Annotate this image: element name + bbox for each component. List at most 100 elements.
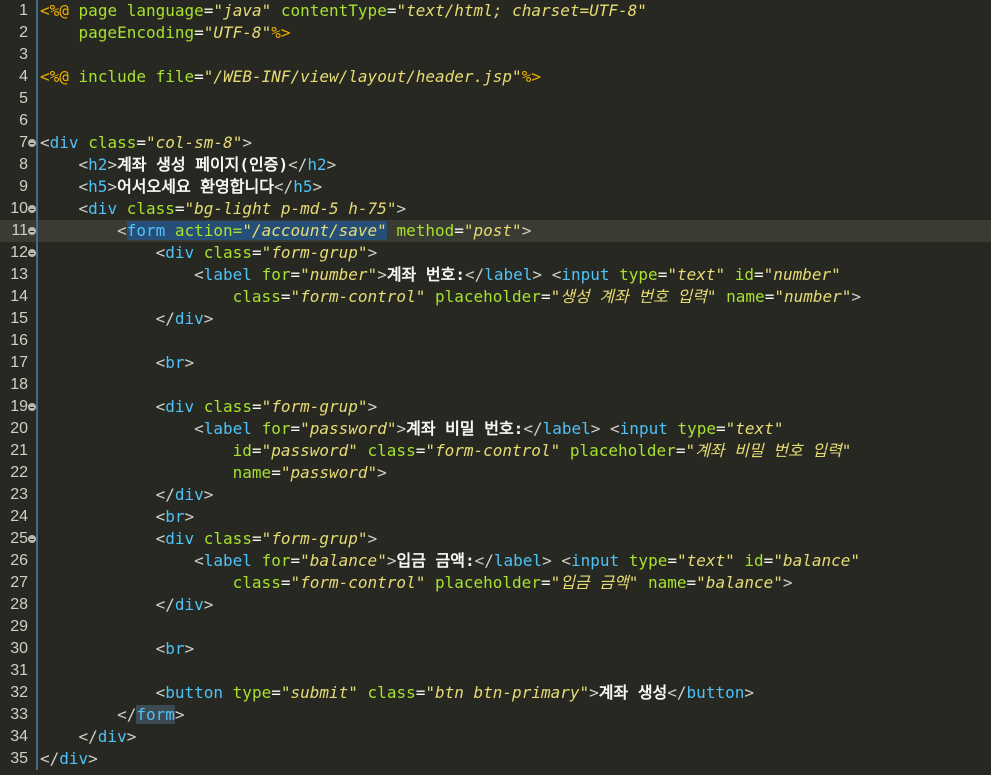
code-token: input	[561, 265, 610, 284]
code-line[interactable]: 29	[0, 616, 991, 638]
code-content[interactable]: <button type="submit" class="btn btn-pri…	[40, 682, 754, 704]
code-content[interactable]: <form action="/account/save" method="pos…	[40, 220, 531, 242]
code-line[interactable]: 5	[0, 88, 991, 110]
code-token: br	[165, 639, 185, 658]
code-content[interactable]: </div>	[40, 484, 214, 506]
code-content[interactable]: <div class="form-grup">	[40, 528, 378, 550]
code-token: </	[40, 749, 60, 768]
code-content[interactable]: <br>	[40, 638, 195, 660]
code-line[interactable]: 6	[0, 110, 991, 132]
line-number: 7	[19, 134, 28, 151]
code-content[interactable]: <div class="form-grup">	[40, 242, 378, 264]
change-marker	[36, 330, 38, 352]
code-content[interactable]: <%@ page language="java" contentType="te…	[40, 0, 647, 22]
code-token: input	[570, 551, 620, 570]
code-line[interactable]: 22 name="password">	[0, 462, 991, 484]
code-token: "생성 계좌 번호 입력"	[550, 287, 717, 306]
line-number: 21	[10, 442, 28, 459]
code-line[interactable]: 23 </div>	[0, 484, 991, 506]
code-line[interactable]: 1 <%@ page language="java" contentType="t…	[0, 0, 991, 22]
code-token: "balance"	[300, 551, 387, 570]
code-line[interactable]: 25 <div class="form-grup">	[0, 528, 991, 550]
change-marker	[36, 638, 38, 660]
code-line[interactable]: 18	[0, 374, 991, 396]
code-content[interactable]: <br>	[40, 506, 195, 528]
code-line[interactable]: 27 class="form-control" placeholder="입금 …	[0, 572, 991, 594]
line-number: 6	[19, 112, 28, 129]
code-content[interactable]: </div>	[40, 594, 214, 616]
code-content[interactable]: <br>	[40, 352, 195, 374]
code-content[interactable]: <div class="bg-light p-md-5 h-75">	[40, 198, 407, 220]
code-content[interactable]: class="form-control" placeholder="생성 계좌 …	[40, 286, 861, 308]
code-token: label	[203, 265, 252, 284]
code-token: >	[782, 573, 793, 592]
code-line[interactable]: 34 </div>	[0, 726, 991, 748]
code-line[interactable]: 35 </div>	[0, 748, 991, 770]
code-line[interactable]: 19 <div class="form-grup">	[0, 396, 991, 418]
code-token: <	[78, 199, 89, 218]
line-number: 23	[10, 486, 28, 503]
code-line[interactable]: 2 pageEncoding="UTF-8"%>	[0, 22, 991, 44]
code-line[interactable]: 30 <br>	[0, 638, 991, 660]
code-token: >	[367, 243, 378, 262]
code-line[interactable]: 15 </div>	[0, 308, 991, 330]
code-line[interactable]: 21 id="password" class="form-control" pl…	[0, 440, 991, 462]
code-content[interactable]: class="form-control" placeholder="입금 금액"…	[40, 572, 793, 594]
fold-collapse-icon[interactable]	[28, 139, 36, 147]
code-content[interactable]: </form>	[40, 704, 185, 726]
code-content[interactable]: <h5>어서오세요 환영합니다</h5>	[40, 176, 323, 198]
code-line[interactable]: 9 <h5>어서오세요 환영합니다</h5>	[0, 176, 991, 198]
code-line[interactable]: 26 <label for="balance">입금 금액:</label> <…	[0, 550, 991, 572]
code-line[interactable]: 8 <h2>계좌 생성 페이지(인증)</h2>	[0, 154, 991, 176]
code-line[interactable]: 31	[0, 660, 991, 682]
change-marker	[36, 550, 38, 572]
code-content[interactable]: <%@ include file="/WEB-INF/view/layout/h…	[40, 66, 541, 88]
code-token: >	[367, 397, 378, 416]
code-content[interactable]: <label for="balance">입금 금액:</label> <inp…	[40, 550, 860, 572]
code-line[interactable]: 7 <div class="col-sm-8">	[0, 132, 991, 154]
code-content[interactable]: <label for="password">계좌 비밀 번호:</label> …	[40, 418, 783, 440]
code-token: <	[78, 155, 89, 174]
code-content[interactable]: </div>	[40, 726, 137, 748]
code-content[interactable]: name="password">	[40, 462, 387, 484]
code-editor[interactable]: 1 <%@ page language="java" contentType="t…	[0, 0, 991, 775]
code-content[interactable]: </div>	[40, 748, 98, 770]
code-content[interactable]: <div class="form-grup">	[40, 396, 378, 418]
fold-collapse-icon[interactable]	[28, 249, 36, 257]
code-line[interactable]: 20 <label for="password">계좌 비밀 번호:</labe…	[0, 418, 991, 440]
code-line[interactable]: 17 <br>	[0, 352, 991, 374]
code-line[interactable]: 32 <button type="submit" class="btn btn-…	[0, 682, 991, 704]
code-line[interactable]: 10 <div class="bg-light p-md-5 h-75">	[0, 198, 991, 220]
fold-collapse-icon[interactable]	[28, 205, 36, 213]
fold-collapse-icon[interactable]	[28, 535, 36, 543]
code-content[interactable]: <label for="number">계좌 번호:</label> <inpu…	[40, 264, 841, 286]
code-line[interactable]: 3	[0, 44, 991, 66]
code-content[interactable]: <div class="col-sm-8">	[40, 132, 252, 154]
code-line[interactable]: 13 <label for="number">계좌 번호:</label> <i…	[0, 264, 991, 286]
line-number: 20	[10, 420, 28, 437]
code-line[interactable]: 14 class="form-control" placeholder="생성 …	[0, 286, 991, 308]
code-token: class	[88, 133, 137, 152]
code-line[interactable]: 33 </form>	[0, 704, 991, 726]
code-content[interactable]: </div>	[40, 308, 214, 330]
code-content[interactable]: <h2>계좌 생성 페이지(인증)</h2>	[40, 154, 337, 176]
change-marker	[36, 308, 38, 330]
code-line[interactable]: 11 <form action="/account/save" method="…	[0, 220, 991, 242]
fold-collapse-icon[interactable]	[28, 403, 36, 411]
code-content[interactable]: id="password" class="form-control" place…	[40, 440, 852, 462]
code-content[interactable]: pageEncoding="UTF-8"%>	[40, 22, 291, 44]
code-token: <	[155, 639, 166, 658]
code-line[interactable]: 16	[0, 330, 991, 352]
code-line[interactable]: 28 </div>	[0, 594, 991, 616]
code-line[interactable]: 24 <br>	[0, 506, 991, 528]
fold-collapse-icon[interactable]	[28, 227, 36, 235]
code-token: =	[136, 133, 146, 152]
code-line[interactable]: 4 <%@ include file="/WEB-INF/view/layout/…	[0, 66, 991, 88]
code-line[interactable]: 12 <div class="form-grup">	[0, 242, 991, 264]
code-token: "number"	[774, 287, 852, 306]
